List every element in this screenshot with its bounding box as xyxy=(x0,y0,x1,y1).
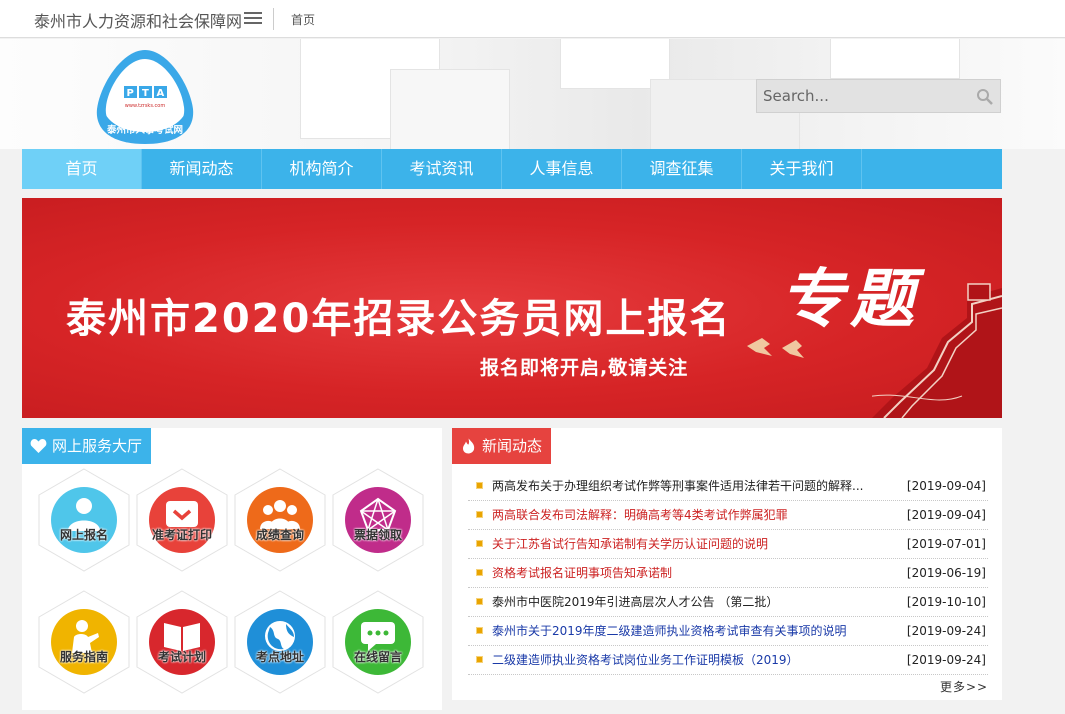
service-exam-plan[interactable]: 考试计划 xyxy=(136,590,228,694)
bullet-icon xyxy=(476,482,483,489)
bullet-icon xyxy=(476,569,483,576)
nav-item-about-us[interactable]: 关于我们 xyxy=(742,149,862,189)
news-item-title[interactable]: 两高联合发布司法解释：明确高考等4类考试作弊属犯罪 xyxy=(492,501,872,529)
great-wall-illustration xyxy=(872,283,1002,418)
news-item: 关于江苏省试行告知承诺制有关学历认证问题的说明 [2019-07-01] xyxy=(468,530,988,559)
home-link[interactable]: 首页 xyxy=(291,11,315,28)
top-bar: 泰州市人力资源和社会保障网 首页 xyxy=(0,0,1065,38)
site-title[interactable]: 泰州市人力资源和社会保障网 xyxy=(34,8,242,32)
more-news-link[interactable]: 更多>> xyxy=(940,678,988,695)
service-admission-ticket[interactable]: 准考证打印 xyxy=(136,468,228,572)
service-guide[interactable]: 服务指南 xyxy=(38,590,130,694)
services-grid: 网上报名 准考证打印 成绩查询 票据领取 服务指南 考试计划 考点地址 在线留言 xyxy=(38,468,438,708)
header: P T A www.tzrsks.com 泰州市人事考试网 xyxy=(0,39,1065,149)
news-item: 二级建造师执业资格考试岗位业务工作证明模板（2019） [2019-09-24] xyxy=(468,646,988,675)
header-decoration xyxy=(830,39,960,79)
bullet-icon xyxy=(476,511,483,518)
bullet-icon xyxy=(476,598,483,605)
service-exam-location[interactable]: 考点地址 xyxy=(234,590,326,694)
news-item-date: [2019-09-04] xyxy=(906,479,986,493)
search-icon[interactable] xyxy=(976,88,994,106)
news-item-date: [2019-09-04] xyxy=(906,508,986,522)
nav-item-news[interactable]: 新闻动态 xyxy=(142,149,262,189)
nav-item-personnel-info[interactable]: 人事信息 xyxy=(502,149,622,189)
news-panel: 新闻动态 两高发布关于办理组织考试作弊等刑事案件适用法律若干问题的解释... [2… xyxy=(452,428,1002,700)
header-decoration xyxy=(390,69,510,149)
nav-item-home[interactable]: 首页 xyxy=(22,149,142,189)
doves-illustration xyxy=(747,338,804,358)
service-online-message[interactable]: 在线留言 xyxy=(332,590,424,694)
news-item-date: [2019-09-24] xyxy=(906,624,986,638)
news-item: 泰州市中医院2019年引进高层次人才公告 （第二批） [2019-10-10] xyxy=(468,588,988,617)
online-services-panel: 网上服务大厅 网上报名 准考证打印 成绩查询 票据领取 服务指南 考试计划 考点… xyxy=(22,428,442,710)
site-logo[interactable]: P T A www.tzrsks.com 泰州市人事考试网 xyxy=(94,47,196,147)
news-item: 资格考试报名证明事项告知承诺制 [2019-06-19] xyxy=(468,559,988,588)
search-box xyxy=(756,79,1001,113)
news-item-date: [2019-07-01] xyxy=(906,537,986,551)
nav-item-survey[interactable]: 调查征集 xyxy=(622,149,742,189)
news-item-title[interactable]: 资格考试报名证明事项告知承诺制 xyxy=(492,559,872,587)
menu-icon[interactable] xyxy=(244,12,262,26)
service-receipt-collection[interactable]: 票据领取 xyxy=(332,468,424,572)
news-list: 两高发布关于办理组织考试作弊等刑事案件适用法律若干问题的解释... [2019-0… xyxy=(468,472,988,675)
services-title: 网上服务大厅 xyxy=(52,437,143,455)
news-item-date: [2019-09-24] xyxy=(906,653,986,667)
news-item-title[interactable]: 两高发布关于办理组织考试作弊等刑事案件适用法律若干问题的解释... xyxy=(492,472,872,500)
nav-item-exam-info[interactable]: 考试资讯 xyxy=(382,149,502,189)
banner-title: 泰州市2020年招录公务员网上报名 xyxy=(66,296,732,342)
news-title: 新闻动态 xyxy=(482,437,543,455)
news-tab[interactable]: 新闻动态 xyxy=(452,428,552,464)
news-item: 两高联合发布司法解释：明确高考等4类考试作弊属犯罪 [2019-09-04] xyxy=(468,501,988,530)
news-item-title[interactable]: 关于江苏省试行告知承诺制有关学历认证问题的说明 xyxy=(492,530,872,558)
bullet-icon xyxy=(476,627,483,634)
news-item-title[interactable]: 泰州市关于2019年度二级建造师执业资格考试审查有关事项的说明 xyxy=(492,617,872,645)
divider xyxy=(273,8,274,30)
banner-subtitle: 报名即将开启,敬请关注 xyxy=(480,357,689,379)
service-score-query[interactable]: 成绩查询 xyxy=(234,468,326,572)
flame-icon xyxy=(463,438,475,454)
logo-badge-text: P xyxy=(127,88,134,99)
svg-text:A: A xyxy=(157,88,165,99)
svg-text:T: T xyxy=(142,88,149,99)
search-input[interactable] xyxy=(757,80,972,112)
main-nav: 首页 新闻动态 机构简介 考试资讯 人事信息 调查征集 关于我们 xyxy=(22,149,1002,189)
service-online-registration[interactable]: 网上报名 xyxy=(38,468,130,572)
news-item: 泰州市关于2019年度二级建造师执业资格考试审查有关事项的说明 [2019-09-… xyxy=(468,617,988,646)
nav-item-about-org[interactable]: 机构简介 xyxy=(262,149,382,189)
services-tab: 网上服务大厅 xyxy=(22,428,152,464)
news-item: 两高发布关于办理组织考试作弊等刑事案件适用法律若干问题的解释... [2019-0… xyxy=(468,472,988,501)
logo-url-text: www.tzrsks.com xyxy=(125,103,166,109)
news-item-date: [2019-06-19] xyxy=(906,566,986,580)
news-item-date: [2019-10-10] xyxy=(906,595,986,609)
news-item-title[interactable]: 泰州市中医院2019年引进高层次人才公告 （第二批） xyxy=(492,588,872,616)
bullet-icon xyxy=(476,540,483,547)
heart-icon xyxy=(30,439,47,453)
bullet-icon xyxy=(476,656,483,663)
logo-name-text: 泰州市人事考试网 xyxy=(106,124,183,136)
banner[interactable]: 泰州市2020年招录公务员网上报名 专题 报名即将开启,敬请关注 xyxy=(22,198,1002,418)
news-item-title[interactable]: 二级建造师执业资格考试岗位业务工作证明模板（2019） xyxy=(492,646,872,674)
